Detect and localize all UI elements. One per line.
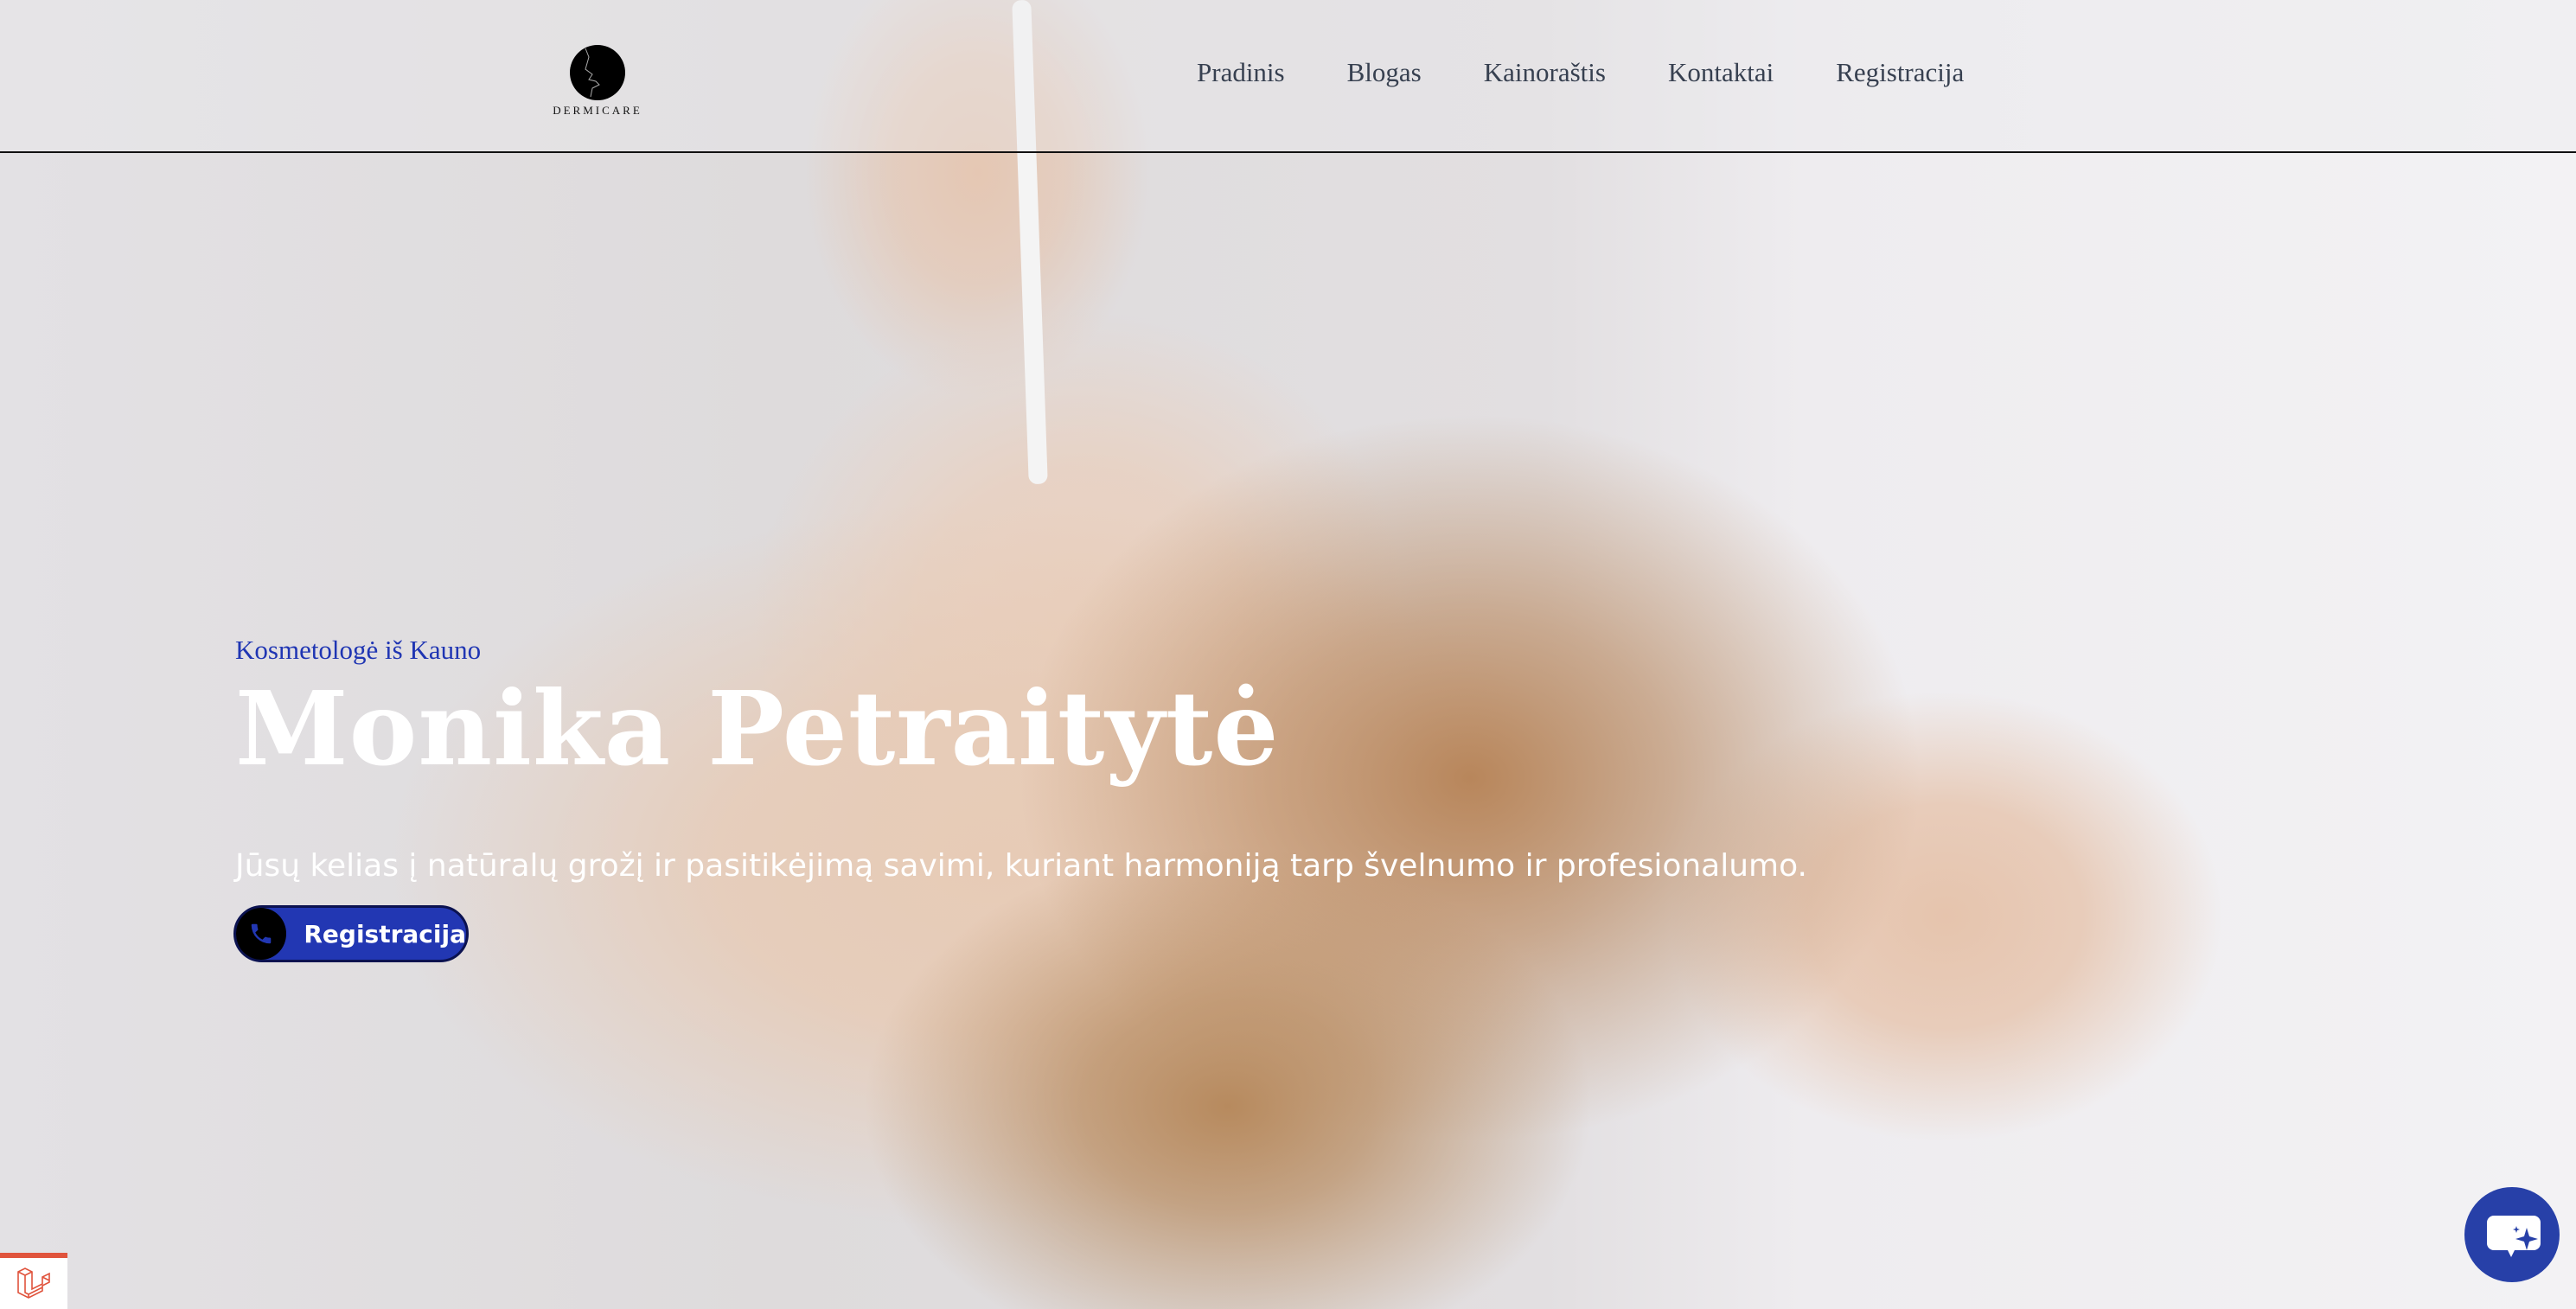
nav-registracija[interactable]: Registracija bbox=[1836, 57, 1964, 88]
nav-kainorastis[interactable]: Kainoraštis bbox=[1484, 57, 1606, 88]
laravel-badge[interactable] bbox=[0, 1253, 67, 1309]
phone-icon bbox=[236, 908, 287, 960]
registration-button[interactable]: Registracija bbox=[233, 905, 469, 962]
nav-blogas[interactable]: Blogas bbox=[1347, 57, 1422, 88]
hero-title: Monika Petraitytė bbox=[235, 668, 1280, 789]
hero-tagline: Jūsų kelias į natūralų grožį ir pasitikė… bbox=[235, 848, 1807, 884]
main-nav: Pradinis Blogas Kainoraštis Kontaktai Re… bbox=[1197, 57, 2026, 88]
logo-wordmark: DERMICARE bbox=[553, 104, 642, 117]
laravel-icon bbox=[17, 1267, 50, 1299]
hero-kicker: Kosmetologė iš Kauno bbox=[235, 635, 482, 665]
hero-section: Kosmetologė iš Kauno Monika Petraitytė J… bbox=[235, 635, 1807, 884]
chat-widget-button[interactable] bbox=[2464, 1187, 2560, 1282]
nav-kontaktai[interactable]: Kontaktai bbox=[1668, 57, 1774, 88]
site-header: DERMICARE Pradinis Blogas Kainoraštis Ko… bbox=[0, 0, 2576, 153]
chat-sparkle-icon bbox=[2487, 1216, 2541, 1257]
nav-pradinis[interactable]: Pradinis bbox=[1197, 57, 1285, 88]
logo[interactable]: DERMICARE bbox=[543, 45, 652, 118]
registration-button-label: Registracija bbox=[304, 919, 466, 948]
face-logo-icon bbox=[570, 45, 625, 100]
